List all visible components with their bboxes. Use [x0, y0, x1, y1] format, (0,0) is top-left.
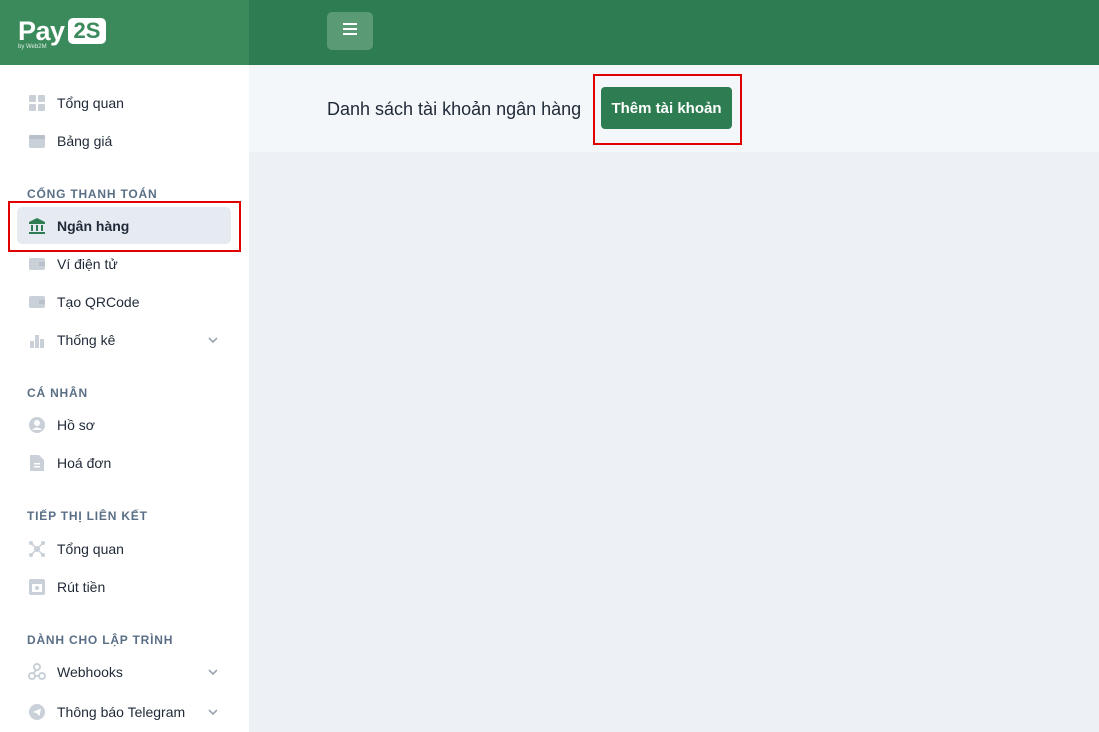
webhook-icon [27, 662, 47, 682]
hamburger-icon [343, 22, 357, 40]
sidebar-item-label: Tạo QRCode [57, 293, 140, 310]
bar-chart-icon [27, 330, 47, 350]
grid-icon [27, 93, 47, 113]
section-title-ca-nhan: CÁ NHÂN [27, 386, 88, 400]
section-title-tiep-thi-lien-ket: TIẾP THỊ LIÊN KẾT [27, 509, 148, 523]
bank-icon [27, 216, 47, 236]
box-icon [27, 131, 47, 151]
invoice-icon [27, 453, 47, 473]
chevron-down-icon[interactable] [207, 333, 219, 351]
sidebar-item-label: Ngân hàng [57, 217, 130, 234]
telegram-icon [27, 702, 47, 722]
sidebar-item-ho-so[interactable]: Hồ sơ [17, 406, 231, 443]
sidebar-item-vi-dien-tu[interactable]: Ví điện tử [17, 245, 231, 282]
pay2s-logo[interactable]: Pay 2S by Web2M [18, 16, 107, 50]
sidebar: Pay 2S by Web2M Tổng quan Bảng giá CỔNG … [0, 0, 249, 732]
sidebar-item-thong-ke[interactable]: Thống kê [17, 321, 231, 358]
chevron-down-icon[interactable] [207, 665, 219, 683]
sidebar-item-label: Tổng quan [57, 94, 124, 111]
logo-text-2s: 2S [67, 18, 107, 44]
sidebar-item-label: Thống kê [57, 331, 116, 348]
sidebar-item-label: Hoá đơn [57, 454, 112, 471]
sidebar-item-label: Rút tiền [57, 578, 106, 595]
sidebar-item-webhooks[interactable]: Webhooks [17, 653, 231, 690]
sidebar-item-hoa-don[interactable]: Hoá đơn [17, 444, 231, 481]
sidebar-item-label: Ví điện tử [57, 255, 118, 272]
sidebar-item-affiliate-tong-quan[interactable]: Tổng quan [17, 530, 231, 567]
user-icon [27, 415, 47, 435]
wallet-icon [27, 292, 47, 312]
sidebar-item-rut-tien[interactable]: Rút tiền [17, 568, 231, 605]
sidebar-item-tong-quan[interactable]: Tổng quan [17, 84, 231, 121]
page-title: Danh sách tài khoản ngân hàng [327, 99, 582, 119]
top-bar [249, 0, 1099, 65]
chevron-down-icon[interactable] [207, 705, 219, 723]
menu-toggle-button[interactable] [327, 12, 373, 50]
section-title-danh-cho-lap-trinh: DÀNH CHO LẬP TRÌNH [27, 633, 174, 647]
sidebar-item-label: Bảng giá [57, 132, 113, 149]
sidebar-item-ngan-hang[interactable]: Ngân hàng [17, 207, 231, 244]
logo-area: Pay 2S by Web2M [0, 0, 249, 65]
network-icon [27, 539, 47, 559]
section-title-cong-thanh-toan: CỔNG THANH TOÁN [27, 187, 158, 201]
wallet-icon [27, 254, 47, 274]
sidebar-item-tao-qrcode[interactable]: Tạo QRCode [17, 283, 231, 320]
logo-text-pay: Pay [18, 16, 65, 46]
add-account-button[interactable]: Thêm tài khoản [601, 87, 732, 129]
sidebar-item-label: Thông báo Telegram [57, 703, 186, 720]
withdraw-icon [27, 577, 47, 597]
logo-byline: by Web2M [18, 44, 47, 50]
sidebar-item-bang-gia[interactable]: Bảng giá [17, 122, 231, 159]
page-header: Danh sách tài khoản ngân hàng Thêm tài k… [249, 65, 1099, 152]
sidebar-item-label: Tổng quan [57, 540, 124, 557]
sidebar-item-thong-bao-telegram[interactable]: Thông báo Telegram [17, 693, 231, 730]
sidebar-item-label: Webhooks [57, 663, 123, 680]
sidebar-item-label: Hồ sơ [57, 416, 95, 433]
